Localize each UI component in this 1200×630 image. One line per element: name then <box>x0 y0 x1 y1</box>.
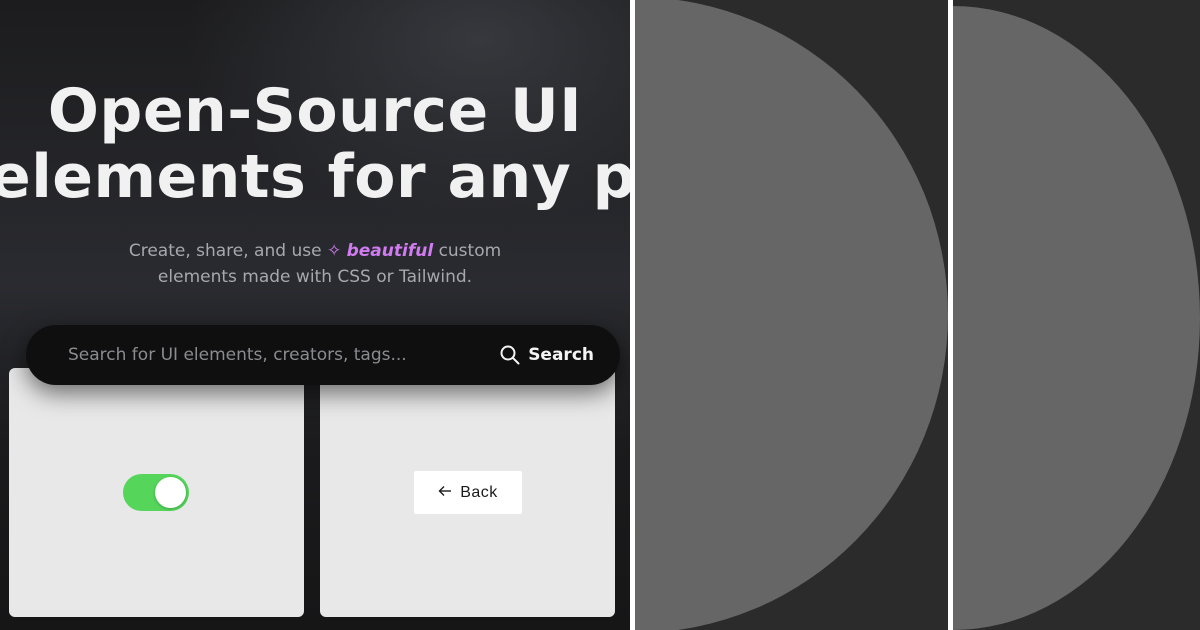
back-button-label: Back <box>460 483 498 501</box>
toggle-preview-card[interactable] <box>9 368 304 617</box>
hero-title-line-1: Open-Source UI <box>47 76 583 146</box>
subtitle-text: Create, share, and use <box>128 241 322 261</box>
search-button[interactable]: Search <box>500 339 594 371</box>
search-input[interactable] <box>62 325 494 385</box>
preview-panel <box>953 0 1200 630</box>
search-bar: Search <box>26 325 620 385</box>
toggle-switch[interactable] <box>123 474 189 511</box>
page: Open-Source UI elements for any project … <box>0 0 1200 630</box>
arrow-left-icon <box>438 484 452 502</box>
preview-panel <box>635 0 948 630</box>
circle-shape <box>953 6 1200 630</box>
search-button-label: Search <box>528 345 594 365</box>
back-button[interactable]: Back <box>414 471 522 514</box>
hero-subtitle: Create, share, and use ✧ beautiful custo… <box>60 238 570 290</box>
back-button-preview-card[interactable]: Back <box>320 368 615 617</box>
circle-shape <box>635 0 948 630</box>
subtitle-text-2: custom <box>438 241 502 261</box>
sparkles-icon: ✧ <box>326 241 342 261</box>
hero-section: Open-Source UI elements for any project … <box>0 0 630 630</box>
toggle-knob <box>155 477 186 508</box>
hero-title-line-2: elements for any project <box>0 142 630 212</box>
hero-title: Open-Source UI elements for any project <box>0 78 630 210</box>
subtitle-line-2: elements made with CSS or Tailwind. <box>157 267 473 287</box>
search-icon <box>500 345 520 365</box>
subtitle-highlight: beautiful <box>346 241 434 261</box>
